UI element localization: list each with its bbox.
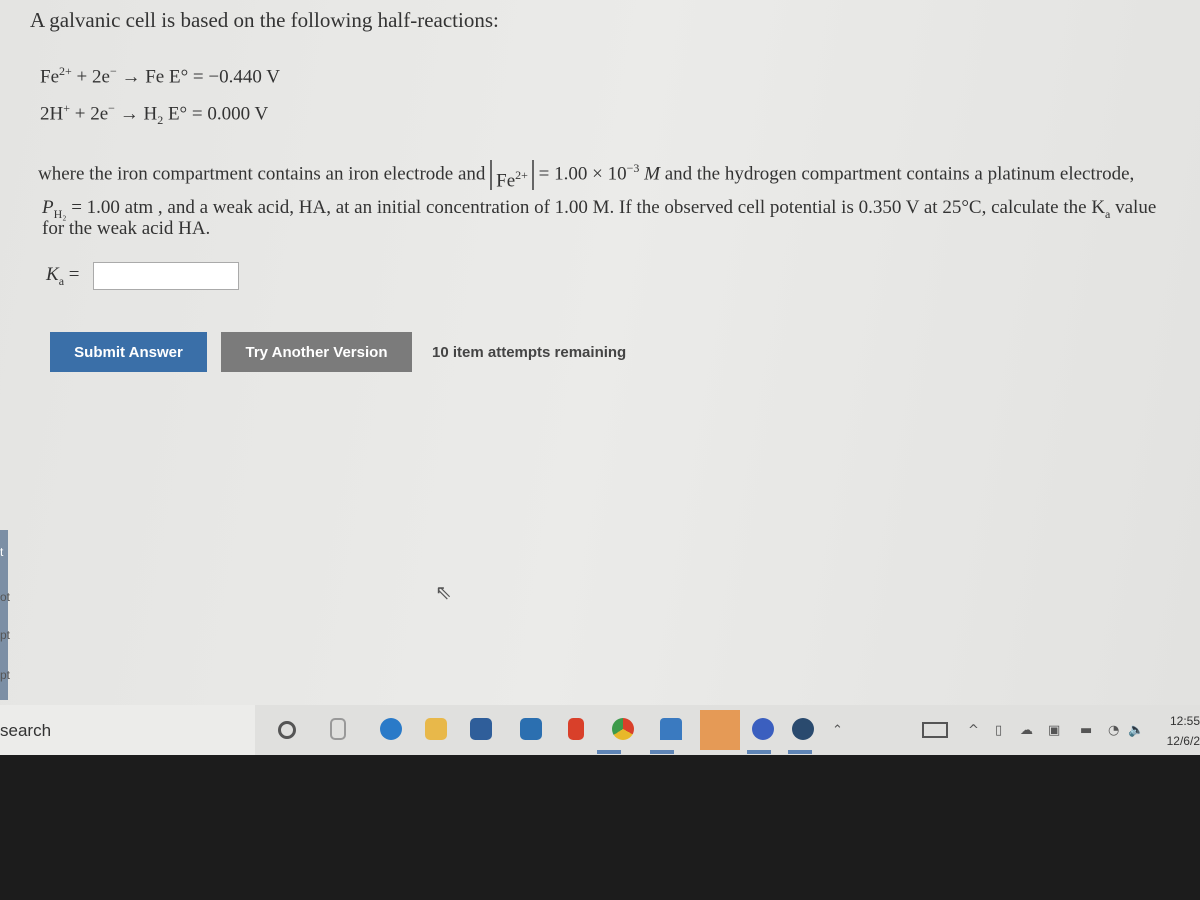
sidebar-fragment[interactable]: ot bbox=[0, 590, 10, 604]
task-view-icon[interactable] bbox=[330, 718, 346, 740]
steam-icon[interactable] bbox=[792, 718, 814, 740]
date: 12/6/2 bbox=[1166, 734, 1200, 748]
news-widget-icon[interactable] bbox=[922, 722, 948, 738]
sidebar-fragment[interactable]: t bbox=[0, 545, 3, 559]
overflow-chevron-icon[interactable]: ⌃ bbox=[832, 723, 843, 738]
onedrive-running-indicator bbox=[650, 750, 674, 754]
mouse-cursor-icon: ⇖ bbox=[435, 582, 452, 604]
onedrive-icon[interactable] bbox=[660, 718, 682, 740]
question-intro: A galvanic cell is based on the followin… bbox=[30, 8, 499, 32]
question-line-1: where the iron compartment contains an i… bbox=[38, 160, 1135, 192]
mail-icon[interactable] bbox=[520, 718, 542, 740]
screen: A galvanic cell is based on the followin… bbox=[0, 0, 1200, 705]
show-hidden-icons-icon[interactable]: ^ bbox=[968, 723, 979, 738]
sidebar-fragment[interactable]: pt bbox=[0, 668, 10, 682]
ka-label: Ka = bbox=[46, 264, 80, 288]
discord-icon[interactable] bbox=[752, 718, 774, 740]
question-line-3: for the weak acid HA. bbox=[42, 218, 211, 239]
clock[interactable]: 12:55 12/6/2 bbox=[1167, 711, 1200, 751]
try-another-version-button[interactable]: Try Another Version bbox=[221, 332, 412, 372]
wifi-icon[interactable]: ◔ bbox=[1108, 723, 1119, 738]
sidebar-fragment[interactable]: pt bbox=[0, 628, 10, 642]
edge-icon[interactable] bbox=[380, 718, 402, 740]
ka-answer-input[interactable] bbox=[93, 262, 239, 290]
cloud-icon[interactable]: ☁ bbox=[1020, 723, 1033, 738]
store-icon[interactable] bbox=[470, 718, 492, 740]
submit-answer-button[interactable]: Submit Answer bbox=[50, 332, 207, 372]
chrome-icon[interactable] bbox=[612, 718, 634, 740]
device-icon[interactable]: ▯ bbox=[995, 723, 1002, 738]
half-reaction-1: Fe2+ + 2e− → Fe E° = −0.440 V bbox=[40, 64, 280, 88]
app-tray-icon[interactable]: ▣ bbox=[1048, 723, 1060, 738]
attempts-remaining: 10 item attempts remaining bbox=[432, 344, 627, 361]
teams-icon[interactable] bbox=[700, 710, 740, 750]
taskbar: search ⌃ ^ ▯ ☁ ▣ ▬ ◔ 🔈 12:55 12/6/2 bbox=[0, 705, 1200, 755]
cortana-icon[interactable] bbox=[278, 721, 296, 739]
volume-icon[interactable]: 🔈 bbox=[1128, 723, 1144, 738]
half-reaction-2: 2H+ + 2e− → H2 E° = 0.000 V bbox=[40, 101, 269, 128]
discord-running-indicator bbox=[747, 750, 771, 754]
taskbar-search[interactable]: search bbox=[0, 705, 255, 755]
chrome-running-indicator bbox=[597, 750, 621, 754]
file-explorer-icon[interactable] bbox=[425, 718, 447, 740]
time: 12:55 bbox=[1169, 714, 1200, 728]
steam-running-indicator bbox=[788, 750, 812, 754]
office-icon[interactable] bbox=[568, 718, 584, 740]
battery-icon[interactable]: ▬ bbox=[1080, 723, 1092, 738]
